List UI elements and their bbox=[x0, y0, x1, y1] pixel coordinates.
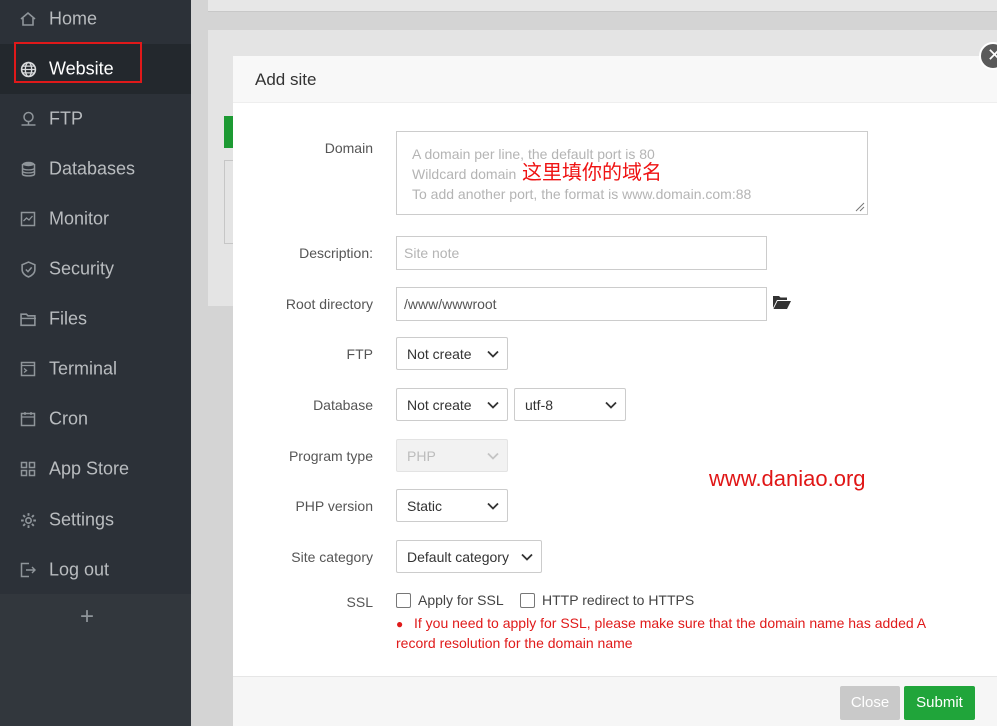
sidebar-item-label: Files bbox=[49, 308, 88, 329]
sidebar-item-label: App Store bbox=[49, 458, 130, 479]
website-highlight-box bbox=[14, 42, 142, 83]
sidebar-item-files[interactable]: Files bbox=[0, 294, 191, 344]
chevron-down-icon bbox=[487, 401, 499, 409]
chevron-down-icon bbox=[521, 553, 533, 561]
close-button[interactable]: Close bbox=[840, 686, 900, 720]
sidebar-item-ftp[interactable]: FTP bbox=[0, 94, 191, 144]
sidebar-item-label: Settings bbox=[49, 509, 115, 530]
site-category-select[interactable]: Default category bbox=[396, 540, 542, 573]
sidebar-item-label: Log out bbox=[49, 559, 110, 580]
shield-icon bbox=[19, 260, 37, 278]
program-type-label: Program type bbox=[288, 448, 373, 464]
php-version-selected: Static bbox=[407, 497, 443, 514]
folder-open-icon[interactable] bbox=[772, 294, 792, 310]
sidebar-item-label: Databases bbox=[49, 158, 136, 179]
sidebar-item-label: Monitor bbox=[49, 208, 110, 229]
watermark-url: www.daniao.org bbox=[709, 466, 866, 491]
sidebar-item-label: Home bbox=[49, 8, 98, 29]
root-directory-label: Root directory bbox=[285, 296, 373, 312]
folder-icon bbox=[19, 310, 37, 328]
domain-label: Domain bbox=[324, 140, 373, 156]
chevron-down-icon bbox=[487, 350, 499, 358]
ftp-select[interactable]: Not create bbox=[396, 337, 508, 370]
sidebar-item-home[interactable]: Home bbox=[0, 0, 191, 44]
database-select[interactable]: Not create bbox=[396, 388, 508, 421]
sidebar-item-security[interactable]: Security bbox=[0, 244, 191, 294]
sidebar-item-label: Security bbox=[49, 258, 115, 279]
root-directory-input[interactable]: /www/wwwroot bbox=[396, 287, 767, 321]
charset-select[interactable]: utf-8 bbox=[514, 388, 626, 421]
bullet-icon: ● bbox=[396, 617, 404, 631]
ssl-label: SSL bbox=[346, 594, 373, 610]
sidebar-item-label: Terminal bbox=[49, 358, 118, 379]
description-label: Description: bbox=[299, 245, 373, 261]
sidebar-item-terminal[interactable]: Terminal bbox=[0, 344, 191, 394]
sidebar-item-databases[interactable]: Databases bbox=[0, 144, 191, 194]
database-label: Database bbox=[313, 397, 373, 413]
domain-annotation: 这里填你的域名 bbox=[522, 160, 662, 184]
monitor-icon bbox=[19, 210, 37, 228]
sidebar-item-monitor[interactable]: Monitor bbox=[0, 194, 191, 244]
php-version-select[interactable]: Static bbox=[396, 489, 508, 522]
https-redirect-checkbox[interactable] bbox=[520, 593, 535, 608]
ftp-selected: Not create bbox=[407, 345, 472, 362]
sidebar-item-app-store[interactable]: App Store bbox=[0, 444, 191, 494]
domain-placeholder-line: To add another port, the format is www.d… bbox=[412, 186, 752, 202]
apply-ssl-label: Apply for SSL bbox=[418, 592, 504, 608]
php-version-label: PHP version bbox=[295, 498, 373, 514]
logout-icon bbox=[19, 561, 37, 579]
terminal-icon bbox=[19, 360, 37, 378]
root-directory-value: /www/wwwroot bbox=[404, 296, 497, 312]
database-icon bbox=[19, 160, 37, 178]
description-placeholder: Site note bbox=[404, 245, 460, 261]
sidebar-item-log-out[interactable]: Log out bbox=[0, 545, 191, 595]
sidebar: Home Website FTP Databases Monitor Secur… bbox=[0, 0, 191, 726]
ftp-icon bbox=[19, 110, 37, 128]
calendar-icon bbox=[19, 410, 37, 428]
gear-icon bbox=[19, 511, 37, 529]
https-redirect-label: HTTP redirect to HTTPS bbox=[542, 592, 695, 608]
grid-icon bbox=[19, 460, 37, 478]
database-selected: Not create bbox=[407, 396, 472, 413]
sidebar-item-label: Cron bbox=[49, 408, 89, 429]
ftp-label: FTP bbox=[346, 346, 373, 362]
resize-grip-icon[interactable] bbox=[855, 202, 865, 212]
sidebar-item-label: FTP bbox=[49, 108, 83, 129]
home-icon bbox=[19, 10, 37, 28]
domain-placeholder-line: Wildcard domain bbox=[412, 166, 517, 182]
chevron-down-icon bbox=[605, 401, 617, 409]
program-type-select: PHP bbox=[396, 439, 508, 472]
dialog-title: Add site bbox=[255, 70, 317, 89]
submit-button[interactable]: Submit bbox=[904, 686, 975, 720]
ssl-warning-text: If you need to apply for SSL, please mak… bbox=[396, 615, 926, 651]
sidebar-item-settings[interactable]: Settings bbox=[0, 495, 191, 545]
apply-ssl-checkbox[interactable] bbox=[396, 593, 411, 608]
chevron-down-icon bbox=[487, 452, 499, 460]
chevron-down-icon bbox=[487, 502, 499, 510]
ssl-warning: ● If you need to apply for SSL, please ma… bbox=[396, 614, 956, 653]
sidebar-item-cron[interactable]: Cron bbox=[0, 394, 191, 444]
background-header-card bbox=[208, 0, 997, 12]
description-input[interactable]: Site note bbox=[396, 236, 767, 270]
charset-selected: utf-8 bbox=[525, 396, 554, 413]
add-shortcut-button[interactable]: + bbox=[76, 605, 98, 629]
dialog-header: Add site bbox=[233, 56, 997, 103]
site-category-selected: Default category bbox=[407, 548, 509, 565]
program-type-selected: PHP bbox=[407, 447, 436, 464]
site-category-label: Site category bbox=[291, 549, 373, 565]
